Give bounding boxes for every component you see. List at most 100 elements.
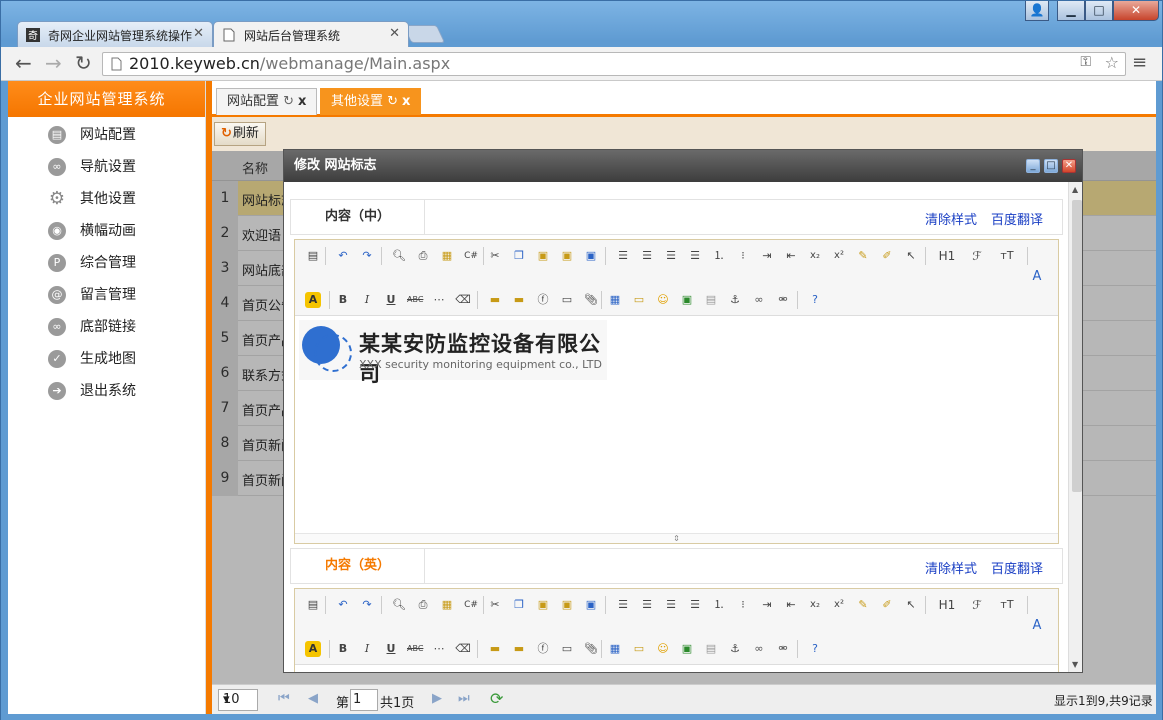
tab-other-settings[interactable]: 其他设置 ↻ x	[320, 88, 422, 115]
forward-icon[interactable]: →	[45, 53, 62, 73]
font-family-icon[interactable]: ℱ	[967, 597, 987, 613]
pointer-icon[interactable]: ↖	[903, 248, 919, 264]
link-icon[interactable]: ∞	[751, 641, 767, 657]
source-icon[interactable]: ▤	[305, 248, 321, 264]
paste-text-icon[interactable]: ▣	[559, 597, 575, 613]
cut-icon[interactable]: ✂	[487, 248, 503, 264]
baidu-translate-link[interactable]: 百度翻译	[991, 558, 1043, 577]
clear-style-link[interactable]: 清除样式	[925, 558, 977, 577]
help-icon[interactable]: ?	[807, 292, 823, 308]
close-tab-icon[interactable]: x	[402, 94, 410, 109]
sidebar-item-footer-links[interactable]: ∞ 底部链接	[8, 311, 205, 343]
reload-tab-icon[interactable]: ↻	[383, 94, 398, 109]
table-icon[interactable]: ▦	[607, 641, 623, 657]
superscript-icon[interactable]: x²	[831, 597, 847, 613]
sidebar-item-logout[interactable]: ➔ 退出系统	[8, 375, 205, 407]
italic-icon[interactable]: I	[359, 641, 375, 657]
clear-format-icon[interactable]: ✎	[855, 597, 871, 613]
strikethrough-icon[interactable]: ABC	[407, 292, 423, 308]
new-tab-button[interactable]	[402, 25, 446, 43]
italic-icon[interactable]: I	[359, 292, 375, 308]
strikethrough-icon[interactable]: ABC	[407, 641, 423, 657]
page-number-input[interactable]: 1	[350, 689, 378, 711]
editor-content[interactable]	[295, 665, 1058, 672]
insert-image-2-icon[interactable]: ▬	[511, 641, 527, 657]
paste-text-icon[interactable]: ▣	[559, 248, 575, 264]
undo-icon[interactable]: ↶	[335, 248, 351, 264]
align-left-icon[interactable]: ☰	[615, 597, 631, 613]
insert-row-icon[interactable]: ▭	[631, 641, 647, 657]
font-family-icon[interactable]: ℱ	[967, 248, 987, 264]
align-center-icon[interactable]: ☰	[639, 248, 655, 264]
anchor-icon[interactable]: ⚓	[727, 641, 743, 657]
dialog-maximize-button[interactable]: □	[1044, 159, 1058, 173]
subscript-icon[interactable]: x₂	[807, 597, 823, 613]
reload-icon[interactable]: ↻	[75, 53, 92, 73]
attachment-icon[interactable]: 📎︎	[583, 292, 599, 308]
flash-icon[interactable]: ⓕ	[535, 292, 551, 308]
refresh-button[interactable]: ↻刷新	[214, 122, 266, 146]
superscript-icon[interactable]: x²	[831, 248, 847, 264]
insert-image-icon[interactable]: ▬	[487, 641, 503, 657]
font-size-icon[interactable]: тT	[995, 248, 1019, 264]
ordered-list-icon[interactable]: ⒈	[711, 248, 727, 264]
video-icon[interactable]: ▭	[559, 641, 575, 657]
underline-icon[interactable]: U	[383, 292, 399, 308]
insert-row-icon[interactable]: ▭	[631, 292, 647, 308]
horizontal-rule-icon[interactable]: ⋯	[431, 292, 447, 308]
first-page-icon[interactable]: ⏮	[278, 691, 290, 706]
sidebar-item-other[interactable]: ⚙ 其他设置	[8, 183, 205, 215]
unordered-list-icon[interactable]: ⁝	[735, 248, 751, 264]
font-color-icon[interactable]: A	[1029, 269, 1045, 285]
undo-icon[interactable]: ↶	[335, 597, 351, 613]
image-icon[interactable]: ▣	[679, 641, 695, 657]
page-break-icon[interactable]: ▤	[703, 292, 719, 308]
sidebar-item-sitemap[interactable]: ✓ 生成地图	[8, 343, 205, 375]
copy-icon[interactable]: ❐	[511, 597, 527, 613]
scroll-down-icon[interactable]: ▼	[1072, 660, 1078, 669]
select-all-icon[interactable]: ✐	[879, 248, 895, 264]
paste-icon[interactable]: ▣	[535, 248, 551, 264]
maximize-button[interactable]: □	[1085, 1, 1113, 21]
help-icon[interactable]: ?	[807, 641, 823, 657]
align-right-icon[interactable]: ☰	[663, 597, 679, 613]
template-icon[interactable]: ▦	[439, 248, 455, 264]
sidebar-item-site-config[interactable]: ▤ 网站配置	[8, 119, 205, 151]
emoticon-icon[interactable]: ☺	[655, 641, 671, 657]
bold-icon[interactable]: B	[335, 641, 351, 657]
last-page-icon[interactable]: ⏭	[458, 691, 470, 706]
eraser-icon[interactable]: ⌫	[455, 641, 471, 657]
sidebar-item-message[interactable]: @ 留言管理	[8, 279, 205, 311]
close-tab-icon[interactable]: ✕	[389, 26, 400, 41]
heading-icon[interactable]: H1	[935, 597, 959, 613]
cut-icon[interactable]: ✂	[487, 597, 503, 613]
paste-word-icon[interactable]: ▣	[583, 597, 599, 613]
video-icon[interactable]: ▭	[559, 292, 575, 308]
sidebar-item-banner[interactable]: ◉ 横幅动画	[8, 215, 205, 247]
bold-icon[interactable]: B	[335, 292, 351, 308]
dialog-scrollbar[interactable]: ▲ ▼	[1068, 182, 1082, 672]
preview-icon[interactable]: 🔍︎	[391, 248, 407, 264]
clear-style-link[interactable]: 清除样式	[925, 209, 977, 228]
redo-icon[interactable]: ↷	[359, 248, 375, 264]
align-left-icon[interactable]: ☰	[615, 248, 631, 264]
key-icon[interactable]: ⚿	[1080, 54, 1091, 70]
outdent-icon[interactable]: ⇤	[783, 248, 799, 264]
align-justify-icon[interactable]: ☰	[687, 248, 703, 264]
paste-word-icon[interactable]: ▣	[583, 248, 599, 264]
font-color-icon[interactable]: A	[1029, 618, 1045, 634]
bookmark-star-icon[interactable]: ☆	[1105, 53, 1119, 72]
horizontal-rule-icon[interactable]: ⋯	[431, 641, 447, 657]
sidebar-item-manage[interactable]: P 综合管理	[8, 247, 205, 279]
browser-tab-1[interactable]: 奇 奇网企业网站管理系统操作 ✕	[17, 21, 213, 47]
code-icon[interactable]: C#	[463, 248, 479, 264]
template-icon[interactable]: ▦	[439, 597, 455, 613]
highlight-icon[interactable]: A	[305, 292, 321, 308]
align-center-icon[interactable]: ☰	[639, 597, 655, 613]
sidebar-item-nav[interactable]: ∞ 导航设置	[8, 151, 205, 183]
next-page-icon[interactable]: ▶	[432, 691, 442, 706]
pointer-icon[interactable]: ↖	[903, 597, 919, 613]
page-size-select[interactable]: 10 ▾	[218, 689, 258, 711]
scroll-thumb[interactable]	[1072, 200, 1082, 492]
prev-page-icon[interactable]: ◀	[308, 691, 318, 706]
